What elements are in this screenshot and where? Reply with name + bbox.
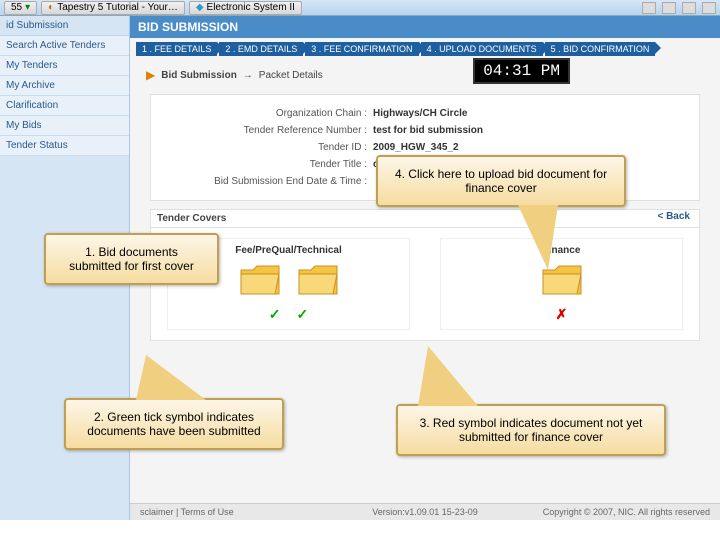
breadcrumb-sep: → bbox=[243, 70, 253, 81]
back-link[interactable]: < Back bbox=[657, 211, 690, 222]
page-header: BID SUBMISSION bbox=[130, 16, 720, 38]
org-label: Organization Chain : bbox=[167, 108, 367, 119]
cross-icon: ✗ bbox=[556, 306, 568, 323]
sidebar-item-clarification[interactable]: Clarification bbox=[0, 96, 129, 116]
tid-label: Tender ID : bbox=[167, 142, 367, 153]
end-value bbox=[367, 176, 373, 187]
folder-icon[interactable] bbox=[297, 264, 339, 298]
ref-value: test for bid submission bbox=[367, 125, 483, 136]
annotation-1: 1. Bid documents submitted for first cov… bbox=[44, 233, 219, 285]
chevron-right-icon: ▶ bbox=[146, 68, 155, 82]
footer-version: Version:v1.09.01 15-23-09 bbox=[372, 507, 478, 517]
folder-icon[interactable] bbox=[239, 264, 281, 298]
footer-left[interactable]: sclaimer | Terms of Use bbox=[140, 507, 234, 517]
wizard-steps: 1 . FEE DETAILS 2 . EMD DETAILS 3 . FEE … bbox=[130, 38, 720, 60]
tray-icon[interactable] bbox=[702, 2, 716, 14]
ref-label: Tender Reference Number : bbox=[167, 125, 367, 136]
tid-value: 2009_HGW_345_2 bbox=[367, 142, 459, 153]
annotation-4: 4. Click here to upload bid document for… bbox=[376, 155, 626, 207]
check-icon: ✓ bbox=[297, 306, 309, 323]
cover-finance: Finance ✗ bbox=[440, 238, 683, 330]
title-label: Tender Title : bbox=[167, 159, 367, 170]
page-footer: sclaimer | Terms of Use Version:v1.09.01… bbox=[130, 503, 720, 520]
sidebar-item-tenders[interactable]: My Tenders bbox=[0, 56, 129, 76]
covers-panel: Fee/PreQual/Technical ✓ ✓ Finance ✗ bbox=[150, 227, 700, 341]
sidebar-item-archive[interactable]: My Archive bbox=[0, 76, 129, 96]
covers-heading: Tender Covers bbox=[150, 209, 700, 227]
step-emd[interactable]: 2 . EMD DETAILS bbox=[219, 42, 303, 56]
end-label: Bid Submission End Date & Time : bbox=[167, 176, 367, 187]
taskbar-tab-1[interactable]: ◐Tapestry 5 Tutorial - Your… bbox=[41, 1, 185, 15]
tray-icon[interactable] bbox=[662, 2, 676, 14]
taskbar-tab-2[interactable]: ◆Electronic System II bbox=[189, 1, 302, 15]
sidebar-item-status[interactable]: Tender Status bbox=[0, 136, 129, 156]
step-bidconfirm[interactable]: 5 . BID CONFIRMATION bbox=[545, 42, 656, 56]
breadcrumb-b: Packet Details bbox=[259, 70, 323, 81]
breadcrumb: ▶ Bid Submission → Packet Details bbox=[130, 60, 720, 90]
cover-fin-title: Finance bbox=[447, 245, 676, 256]
system-tray bbox=[642, 2, 716, 14]
footer-copyright: Copyright © 2007, NIC. All rights reserv… bbox=[543, 507, 710, 517]
org-value: Highways/CH Circle bbox=[367, 108, 467, 119]
sidebar-item-bids[interactable]: My Bids bbox=[0, 116, 129, 136]
countdown-timer: 04:31 PM bbox=[473, 58, 570, 84]
taskbar-btn[interactable]: 55▾ bbox=[4, 1, 37, 15]
step-confirm[interactable]: 3 . FEE CONFIRMATION bbox=[305, 42, 418, 56]
tray-icon[interactable] bbox=[682, 2, 696, 14]
breadcrumb-a[interactable]: Bid Submission bbox=[161, 70, 237, 81]
annotation-2: 2. Green tick symbol indicates documents… bbox=[64, 398, 284, 450]
check-icon: ✓ bbox=[269, 306, 281, 323]
annotation-3: 3. Red symbol indicates document not yet… bbox=[396, 404, 666, 456]
tray-icon[interactable] bbox=[642, 2, 656, 14]
sidebar-header: id Submission bbox=[0, 16, 129, 36]
step-upload[interactable]: 4 . UPLOAD DOCUMENTS bbox=[421, 42, 543, 56]
step-fee[interactable]: 1 . FEE DETAILS bbox=[136, 42, 217, 56]
os-taskbar: 55▾ ◐Tapestry 5 Tutorial - Your… ◆Electr… bbox=[0, 0, 720, 16]
sidebar-item-search[interactable]: Search Active Tenders bbox=[0, 36, 129, 56]
